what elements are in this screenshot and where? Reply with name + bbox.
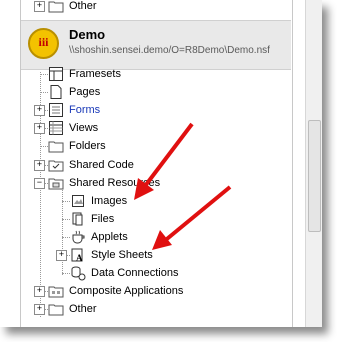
expand-toggle[interactable]: + (34, 123, 45, 134)
expand-toggle[interactable]: + (34, 105, 45, 116)
composite-app-icon (48, 286, 64, 298)
tree-connector (62, 219, 70, 220)
tree-item-other[interactable]: + Other (34, 300, 264, 318)
tree-item-label: Images (91, 195, 128, 207)
tree-item-label: Shared Code (69, 159, 134, 171)
view-icon (49, 121, 63, 135)
expand-toggle[interactable]: + (34, 304, 45, 315)
expand-toggle[interactable]: + (56, 250, 67, 261)
tree-connector (40, 92, 48, 93)
folder-icon (48, 1, 64, 13)
tree-item-label: Pages (69, 86, 101, 98)
form-icon (49, 103, 63, 117)
tree-item-composite-applications[interactable]: + Composite Applications (34, 282, 264, 300)
file-icon (72, 212, 83, 226)
annotation-arrow-stylesheets-icon (152, 185, 232, 250)
tree-connector (62, 237, 70, 238)
expand-toggle[interactable]: − (34, 178, 45, 189)
tree-item-label: Applets (91, 231, 128, 243)
folder-icon (48, 304, 64, 316)
tree-item-label: Data Connections (91, 267, 179, 279)
stylesheet-icon: A (71, 248, 83, 263)
database-header[interactable]: iii Demo \\shoshin.sensei.demo/O=R8Demo\… (21, 20, 291, 70)
shared-resources-icon (48, 178, 64, 190)
applet-icon (72, 230, 85, 244)
tree-connector (40, 146, 48, 147)
tree-item-label: Other (69, 303, 97, 315)
vertical-scrollbar[interactable] (305, 0, 322, 327)
database-logo-icon: iii (28, 28, 59, 59)
tree-connector (62, 273, 70, 274)
tree-item-top-other[interactable]: + Other (34, 0, 234, 15)
tree-item-label: Views (69, 122, 99, 134)
image-icon (72, 195, 84, 207)
scrollbar-thumb[interactable] (308, 120, 321, 232)
page-icon (50, 85, 62, 99)
tree-item-label: Framesets (69, 68, 121, 80)
shared-code-icon (48, 160, 64, 172)
tree-item-label: Other (69, 0, 97, 12)
data-connection-icon (71, 266, 86, 281)
database-title: Demo (69, 27, 106, 42)
expand-toggle[interactable]: + (34, 286, 45, 297)
tree-item-framesets[interactable]: Framesets (34, 65, 264, 83)
svg-text:A: A (76, 253, 83, 263)
tree-item-label: Forms (69, 104, 101, 116)
expand-toggle[interactable]: + (34, 1, 45, 12)
tree-item-pages[interactable]: Pages (34, 83, 264, 101)
frameset-icon (49, 67, 63, 81)
tree-item-label: Style Sheets (91, 249, 153, 261)
tree-item-forms[interactable]: + Forms (34, 101, 264, 119)
tree-item-label: Composite Applications (69, 285, 184, 297)
tree-connector (62, 201, 70, 202)
folder-icon (48, 141, 64, 153)
tree-item-label: Files (91, 213, 115, 225)
database-path: \\shoshin.sensei.demo/O=R8Demo\Demo.nsf (69, 45, 270, 56)
expand-toggle[interactable]: + (34, 160, 45, 171)
tree-connector (40, 74, 48, 75)
tree-item-label: Folders (69, 140, 106, 152)
tree-item-data-connections[interactable]: Data Connections (56, 264, 286, 282)
design-navigator-window: + Other iii Demo \\shoshin.sensei.demo/O… (0, 0, 322, 327)
